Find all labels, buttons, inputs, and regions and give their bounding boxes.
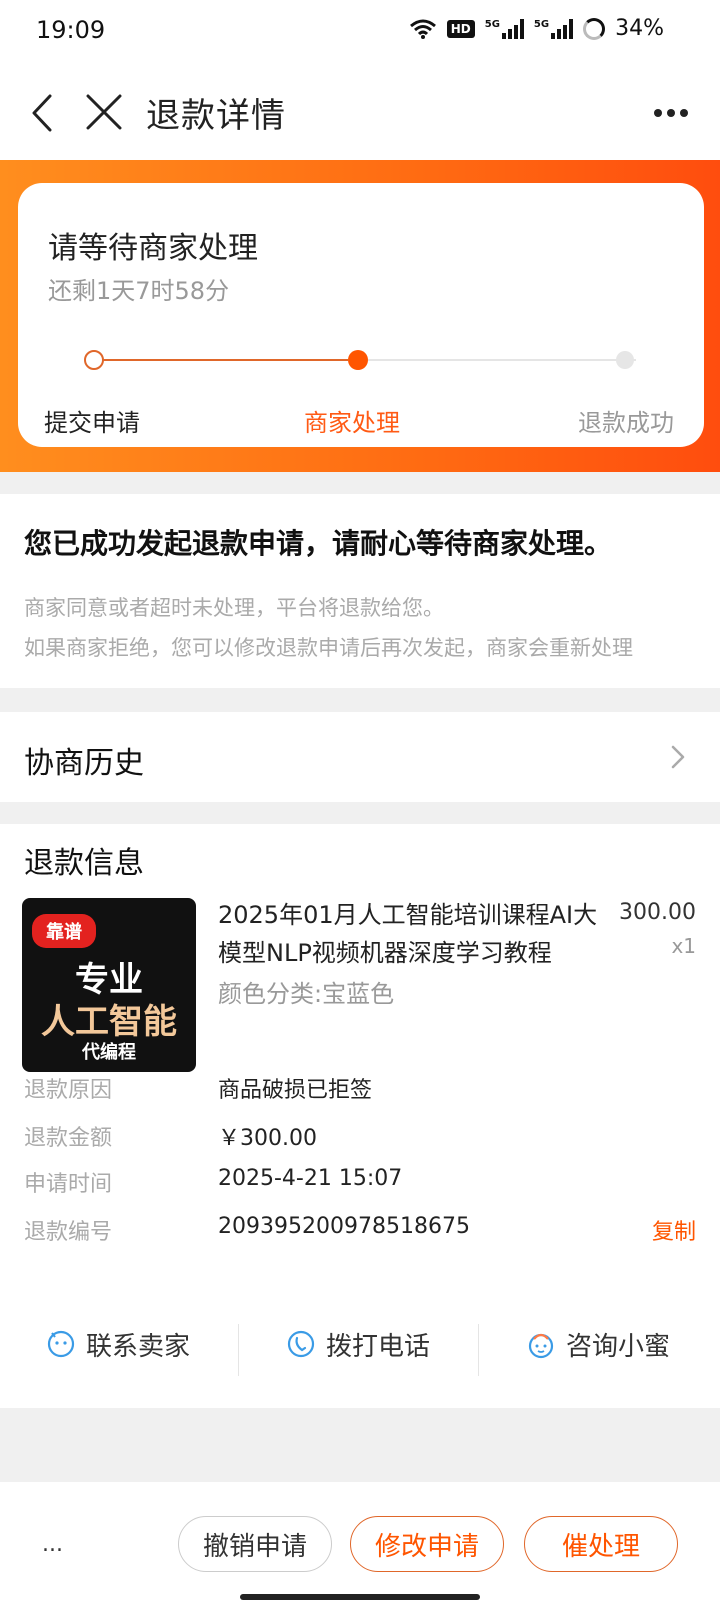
phone-icon bbox=[287, 1330, 315, 1358]
urge-processing-button[interactable]: 催处理 bbox=[524, 1516, 678, 1572]
contact-actions: 联系卖家 拨打电话 咨询小蜜 bbox=[0, 1314, 720, 1376]
notice-line: 商家同意或者超时未处理，平台将退款给您。 bbox=[24, 596, 444, 620]
step-label-success: 退款成功 bbox=[578, 409, 674, 437]
signal-icon: 5G bbox=[533, 18, 574, 39]
page-title: 退款详情 bbox=[146, 96, 286, 136]
status-banner: 请等待商家处理 还剩1天7时58分 提交申请 商家处理 退款成功 bbox=[0, 160, 720, 472]
info-value: 商品破损已拒签 bbox=[218, 1078, 373, 1103]
progress-line-pending bbox=[368, 359, 636, 361]
status-time: 19:09 bbox=[36, 16, 106, 44]
home-indicator[interactable] bbox=[240, 1594, 480, 1600]
battery-icon bbox=[583, 17, 606, 40]
step-label-submitted: 提交申请 bbox=[44, 409, 140, 437]
chevron-right-icon bbox=[668, 742, 688, 772]
info-row-number: 退款编号 209395200978518675 复制 bbox=[0, 1214, 720, 1254]
close-icon[interactable] bbox=[80, 88, 130, 138]
copy-button[interactable]: 复制 bbox=[652, 1214, 696, 1246]
info-value: 209395200978518675 bbox=[218, 1214, 470, 1239]
info-row-time: 申请时间 2025-4-21 15:07 bbox=[0, 1166, 720, 1206]
network-label: 5G bbox=[533, 18, 550, 30]
wifi-icon bbox=[409, 18, 437, 40]
history-title: 协商历史 bbox=[24, 746, 144, 781]
nav-bar: 退款详情 bbox=[0, 66, 720, 160]
refund-info-section: 退款信息 靠谱 专业 人工智能 代编程 2025年01月人工智能培训课程AI大模… bbox=[0, 824, 720, 1408]
consult-assistant-button[interactable]: 咨询小蜜 bbox=[526, 1314, 670, 1374]
info-label: 申请时间 bbox=[24, 1172, 113, 1197]
info-label: 退款原因 bbox=[24, 1078, 113, 1103]
network-label: 5G bbox=[484, 18, 500, 30]
step-dot-processing bbox=[348, 350, 368, 370]
back-icon[interactable] bbox=[22, 88, 72, 138]
more-options-button[interactable]: ... bbox=[42, 1532, 63, 1557]
bottom-action-bar: ... 撤销申请 修改申请 催处理 bbox=[0, 1482, 720, 1612]
assistant-icon bbox=[528, 1333, 554, 1359]
notice-section: 您已成功发起退款申请，请耐心等待商家处理。 商家同意或者超时未处理，平台将退款给… bbox=[0, 494, 720, 688]
action-label: 拨打电话 bbox=[326, 1331, 431, 1362]
info-label: 退款编号 bbox=[24, 1220, 113, 1245]
countdown-text: 还剩1天7时58分 bbox=[48, 277, 230, 305]
progress-line-done bbox=[102, 359, 348, 361]
product-image[interactable]: 靠谱 专业 人工智能 代编程 bbox=[22, 898, 196, 1072]
status-icons: HD 5G 5G 34% bbox=[409, 16, 664, 41]
more-icon[interactable] bbox=[646, 96, 696, 130]
contact-seller-button[interactable]: 联系卖家 bbox=[46, 1314, 190, 1374]
negotiation-history-row[interactable]: 协商历史 bbox=[0, 712, 720, 802]
cancel-request-button[interactable]: 撤销申请 bbox=[178, 1516, 332, 1572]
product-image-badge: 靠谱 bbox=[32, 914, 96, 948]
refund-info-title: 退款信息 bbox=[24, 846, 144, 881]
modify-request-button[interactable]: 修改申请 bbox=[350, 1516, 504, 1572]
divider bbox=[478, 1324, 479, 1376]
status-card: 请等待商家处理 还剩1天7时58分 提交申请 商家处理 退款成功 bbox=[18, 183, 704, 447]
action-label: 咨询小蜜 bbox=[566, 1331, 671, 1362]
action-label: 联系卖家 bbox=[86, 1331, 191, 1362]
info-value: ￥300.00 bbox=[218, 1126, 317, 1151]
info-label: 退款金额 bbox=[24, 1126, 113, 1151]
step-dot-submitted bbox=[84, 350, 104, 370]
product-title[interactable]: 2025年01月人工智能培训课程AI大模型NLP视频机器深度学习教程 bbox=[218, 896, 608, 972]
status-title: 请等待商家处理 bbox=[48, 231, 258, 266]
product-quantity: x1 bbox=[671, 934, 696, 958]
status-bar: 19:09 HD 5G 5G 34% bbox=[0, 0, 720, 66]
product-image-text: 代编程 bbox=[82, 1042, 136, 1063]
product-spec: 颜色分类:宝蓝色 bbox=[218, 980, 395, 1008]
step-dot-success bbox=[616, 351, 634, 369]
info-row-amount: 退款金额 ￥300.00 bbox=[0, 1120, 720, 1160]
hd-icon: HD bbox=[446, 19, 475, 38]
divider bbox=[238, 1324, 239, 1376]
battery-level: 34% bbox=[615, 16, 664, 41]
chat-icon bbox=[47, 1330, 75, 1358]
product-price: 300.00 bbox=[619, 900, 696, 925]
info-row-reason: 退款原因 商品破损已拒签 bbox=[0, 1072, 720, 1112]
info-value: 2025-4-21 15:07 bbox=[218, 1166, 403, 1191]
signal-icon: 5G bbox=[484, 18, 524, 39]
notice-headline: 您已成功发起退款申请，请耐心等待商家处理。 bbox=[24, 527, 613, 560]
product-image-text: 人工智能 bbox=[41, 1002, 177, 1042]
step-label-processing: 商家处理 bbox=[304, 409, 400, 437]
call-phone-button[interactable]: 拨打电话 bbox=[286, 1314, 430, 1374]
notice-line: 如果商家拒绝，您可以修改退款申请后再次发起，商家会重新处理 bbox=[24, 636, 633, 660]
